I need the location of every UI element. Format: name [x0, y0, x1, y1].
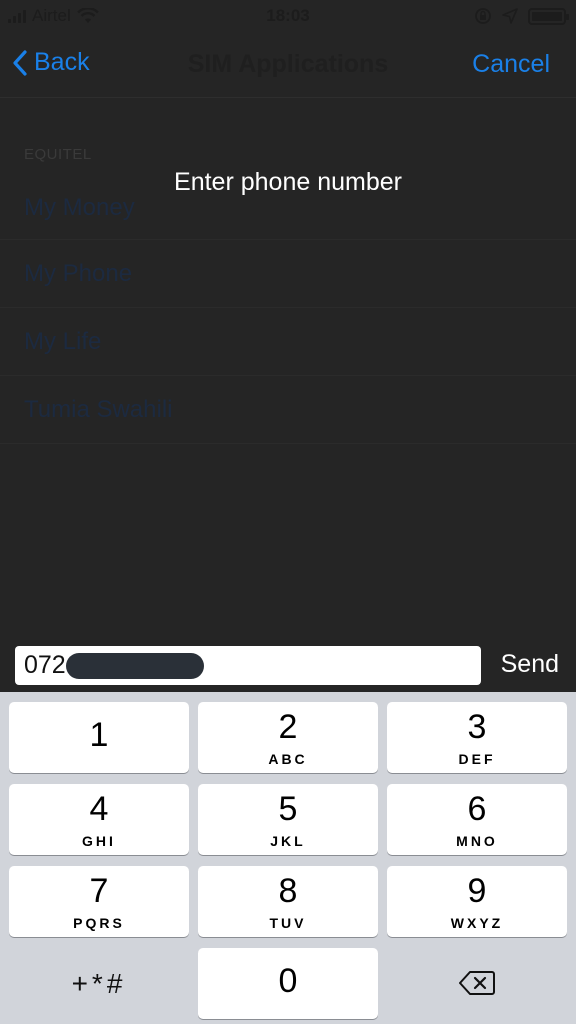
- key-letters: MNO: [456, 833, 498, 849]
- key-letters: DEF: [458, 751, 496, 767]
- key-1[interactable]: 1: [9, 702, 189, 773]
- key-digit: 4: [89, 790, 109, 828]
- key-5[interactable]: 5 JKL: [198, 784, 378, 855]
- symbols-key[interactable]: +*#: [9, 948, 189, 1019]
- input-row: 072 Send: [0, 640, 576, 692]
- list-item-my-life[interactable]: My Life: [0, 308, 576, 376]
- key-3[interactable]: 3 DEF: [387, 702, 567, 773]
- key-letters: GHI: [82, 833, 116, 849]
- sim-app-list: My Money My Phone My Life Tumia Swahili: [0, 172, 576, 444]
- symbols-label: +*#: [71, 968, 127, 999]
- delete-key[interactable]: [387, 948, 567, 1019]
- key-digit: 6: [467, 790, 487, 828]
- location-icon: [502, 8, 518, 24]
- key-7[interactable]: 7 PQRS: [9, 866, 189, 937]
- key-digit: 5: [278, 790, 298, 828]
- key-digit: 2: [278, 708, 298, 746]
- key-digit: 9: [467, 872, 487, 910]
- key-letters: PQRS: [73, 915, 125, 931]
- numeric-keypad: 1 2 ABC 3 DEF 4 GHI 5 JKL 6 MNO 7 PQRS 8…: [0, 692, 576, 1024]
- key-letters: TUV: [269, 915, 307, 931]
- phone-number-field[interactable]: 072: [15, 646, 481, 685]
- section-header: EQUITEL: [24, 146, 92, 163]
- orientation-lock-icon: [475, 8, 491, 24]
- key-0[interactable]: 0: [198, 948, 378, 1019]
- key-9[interactable]: 9 WXYZ: [387, 866, 567, 937]
- key-digit: 0: [278, 962, 298, 1000]
- navigation-bar: Back SIM Applications Cancel: [0, 34, 576, 98]
- list-item-my-phone[interactable]: My Phone: [0, 240, 576, 308]
- key-8[interactable]: 8 TUV: [198, 866, 378, 937]
- battery-icon: [528, 7, 569, 25]
- dialog-prompt: Enter phone number: [174, 168, 402, 196]
- status-right: [474, 7, 569, 25]
- key-4[interactable]: 4 GHI: [9, 784, 189, 855]
- send-button[interactable]: Send: [501, 650, 559, 679]
- list-item-tumia-swahili[interactable]: Tumia Swahili: [0, 376, 576, 444]
- key-digit: 7: [89, 872, 109, 910]
- redaction-mark: [65, 652, 204, 679]
- phone-number-value: 072: [24, 651, 66, 679]
- key-digit: 8: [278, 872, 298, 910]
- key-6[interactable]: 6 MNO: [387, 784, 567, 855]
- key-letters: WXYZ: [450, 915, 504, 931]
- cancel-button[interactable]: Cancel: [472, 50, 550, 79]
- status-bar: Airtel 18:03: [0, 0, 576, 34]
- backspace-icon: [459, 971, 495, 995]
- key-digit: 3: [467, 708, 487, 746]
- key-letters: JKL: [270, 833, 306, 849]
- key-letters: ABC: [268, 751, 308, 767]
- key-2[interactable]: 2 ABC: [198, 702, 378, 773]
- key-digit: 1: [89, 716, 109, 754]
